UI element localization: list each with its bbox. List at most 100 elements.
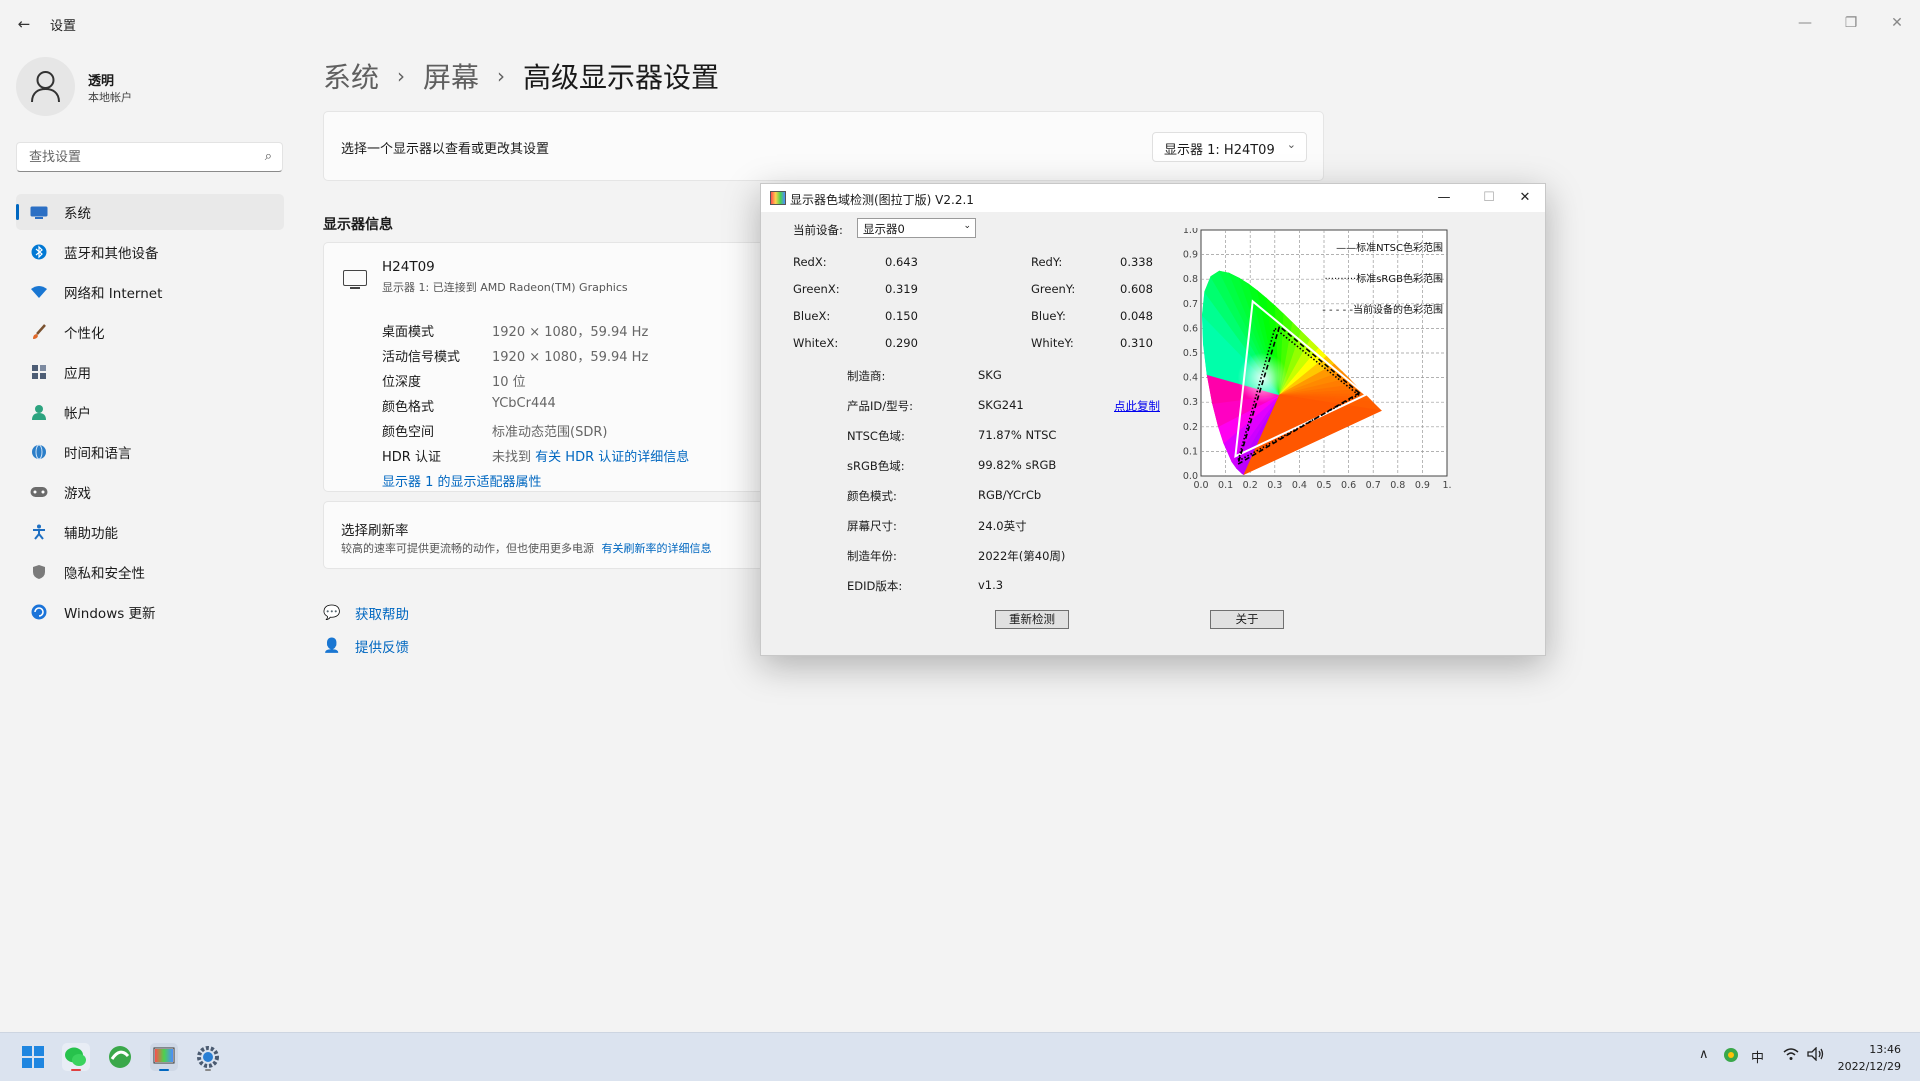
manufacture-year-value: 2022年(第40周) <box>978 549 1066 563</box>
breadcrumb-display[interactable]: 屏幕 <box>423 56 479 96</box>
accessibility-icon <box>28 521 50 543</box>
screen-size-value: 24.0英寸 <box>978 519 1027 533</box>
settings-taskbar-button[interactable] <box>194 1043 222 1071</box>
redetect-button[interactable]: 重新检测 <box>995 610 1069 629</box>
search-box[interactable]: ⌕ <box>16 142 283 172</box>
info-value: 标准动态范围(SDR) <box>492 425 608 440</box>
info-value: 1920 × 1080，59.94 Hz <box>492 325 649 340</box>
info-key: HDR 认证 <box>382 450 441 465</box>
x-tick-label: 0.1 <box>1218 480 1233 491</box>
copy-link[interactable]: 点此复制 <box>1114 398 1160 414</box>
device-select-value: 显示器0 <box>863 222 905 236</box>
browser-icon <box>109 1046 131 1068</box>
red-y-value: 0.338 <box>1120 255 1153 269</box>
restore-button[interactable]: ❐ <box>1836 8 1866 38</box>
sidebar-item-time-language[interactable]: 时间和语言 <box>16 434 284 470</box>
tray-app-icon[interactable] <box>1723 1047 1739 1067</box>
adapter-properties-link[interactable]: 显示器 1 的显示适配器属性 <box>382 471 542 490</box>
system-icon <box>28 201 50 223</box>
blue-x-value: 0.150 <box>885 309 918 323</box>
chart-legend: ——标准NTSC色彩范围 ··········标准sRGB色彩范围 - - - - … <box>1322 241 1443 316</box>
sidebar-item-personalization[interactable]: 个性化 <box>16 314 284 350</box>
wechat-button[interactable] <box>62 1043 90 1071</box>
info-value: 未找到 有关 HDR 认证的详细信息 <box>492 446 689 465</box>
gamut-taskbar-button[interactable] <box>150 1043 178 1071</box>
chevron-down-icon: ⌄ <box>963 221 971 231</box>
sidebar-item-accounts[interactable]: 帐户 <box>16 394 284 430</box>
sidebar-item-network[interactable]: 网络和 Internet <box>16 274 284 310</box>
red-x-label: RedX: <box>793 255 827 269</box>
sidebar-item-label: 时间和语言 <box>64 446 132 462</box>
sidebar-item-windows-update[interactable]: Windows 更新 <box>16 594 284 630</box>
sidebar-item-system[interactable]: 系统 <box>16 194 284 230</box>
dialog-title: 显示器色域检测(图拉丁版) V2.2.1 <box>790 193 974 207</box>
sidebar-item-accessibility[interactable]: 辅助功能 <box>16 514 284 550</box>
x-tick-label: 0.5 <box>1316 480 1331 491</box>
browser-button[interactable] <box>106 1043 134 1071</box>
chevron-down-icon: ⌄ <box>1286 138 1296 151</box>
monitor-name: H24T09 <box>382 259 435 275</box>
y-tick-label: 0.3 <box>1183 397 1198 408</box>
select-display-card: 选择一个显示器以查看或更改其设置 显示器 1: H24T09 ⌄ <box>323 111 1324 181</box>
search-input[interactable] <box>27 149 251 166</box>
display-select-value: 显示器 1: H24T09 <box>1164 143 1275 158</box>
minimize-button[interactable]: — <box>1790 8 1820 38</box>
srgb-label: sRGB色域: <box>847 459 905 473</box>
y-tick-label: 0.2 <box>1183 422 1198 433</box>
back-button[interactable]: ← <box>14 14 34 34</box>
blue-y-value: 0.048 <box>1120 309 1153 323</box>
x-tick-label: 0.7 <box>1366 480 1381 491</box>
device-select[interactable]: 显示器0 ⌄ <box>857 218 976 238</box>
chevron-right-icon: › <box>497 64 506 88</box>
volume-icon[interactable] <box>1807 1046 1825 1065</box>
refresh-rate-details-link[interactable]: 有关刷新率的详细信息 <box>602 542 712 555</box>
feedback-link[interactable]: 👤 提供反馈 <box>323 636 409 656</box>
y-tick-label: 0.6 <box>1183 323 1198 334</box>
gamut-app-icon <box>153 1047 175 1071</box>
sidebar-item-bluetooth[interactable]: 蓝牙和其他设备 <box>16 234 284 270</box>
sidebar-item-apps[interactable]: 应用 <box>16 354 284 390</box>
hdr-details-link[interactable]: 有关 HDR 认证的详细信息 <box>535 450 689 465</box>
clock-time[interactable]: 13:46 <box>1869 1043 1901 1056</box>
manufacturer-label: 制造商: <box>847 369 886 383</box>
white-y-value: 0.310 <box>1120 336 1153 350</box>
get-help-link[interactable]: 💬 获取帮助 <box>323 603 409 623</box>
info-key: 桌面模式 <box>382 325 435 340</box>
dialog-minimize-button[interactable]: — <box>1429 186 1459 210</box>
info-key: 颜色空间 <box>382 425 435 440</box>
globe-icon <box>28 441 50 463</box>
about-button[interactable]: 关于 <box>1210 610 1284 629</box>
cie-gamut-chart: 0.0 0.1 0.2 0.3 0.4 0.5 0.6 0.7 0.8 0.9 1.0.00.10.… <box>1183 228 1452 491</box>
dialog-close-button[interactable]: ✕ <box>1510 186 1540 210</box>
start-button[interactable] <box>19 1043 47 1071</box>
gamut-dialog: 显示器色域检测(图拉丁版) V2.2.1 — ☐ ✕ 当前设备: 显示器0 ⌄ … <box>760 183 1546 656</box>
breadcrumb: 系统 › 屏幕 › 高级显示器设置 <box>323 56 719 96</box>
sidebar-item-label: 蓝牙和其他设备 <box>64 246 159 262</box>
y-tick-label: 0.9 <box>1183 250 1198 261</box>
search-icon[interactable]: ⌕ <box>265 149 272 164</box>
sidebar-item-label: 网络和 Internet <box>64 286 163 302</box>
tray-overflow-chevron[interactable]: ∧ <box>1699 1047 1709 1062</box>
white-x-label: WhiteX: <box>793 336 839 350</box>
refresh-rate-description: 较高的速率可提供更流畅的动作，但也使用更多电源 有关刷新率的详细信息 <box>341 540 712 556</box>
display-select[interactable]: 显示器 1: H24T09 ⌄ <box>1152 132 1307 162</box>
wifi-tray-icon[interactable] <box>1783 1047 1799 1065</box>
y-tick-label: 0.0 <box>1183 471 1198 482</box>
sidebar-item-privacy[interactable]: 隐私和安全性 <box>16 554 284 590</box>
ntsc-label: NTSC色域: <box>847 429 905 443</box>
ime-indicator[interactable]: 中 <box>1751 1047 1764 1066</box>
settings-icon <box>197 1046 219 1071</box>
monitor-connection: 显示器 1: 已连接到 AMD Radeon(TM) Graphics <box>382 281 628 294</box>
gamut-app-icon <box>770 191 786 205</box>
x-tick-label: 1. <box>1442 480 1451 491</box>
clock-date[interactable]: 2022/12/29 <box>1838 1060 1901 1073</box>
x-tick-label: 0.3 <box>1267 480 1282 491</box>
breadcrumb-system[interactable]: 系统 <box>323 56 379 96</box>
avatar[interactable] <box>16 57 75 116</box>
sidebar-item-gaming[interactable]: 游戏 <box>16 474 284 510</box>
manufacturer-value: SKG <box>978 368 1002 382</box>
legend-entry: ——标准NTSC色彩范围 <box>1336 241 1443 254</box>
monitor-icon <box>343 270 367 289</box>
start-icon <box>22 1046 44 1068</box>
close-button[interactable]: ✕ <box>1882 8 1912 38</box>
